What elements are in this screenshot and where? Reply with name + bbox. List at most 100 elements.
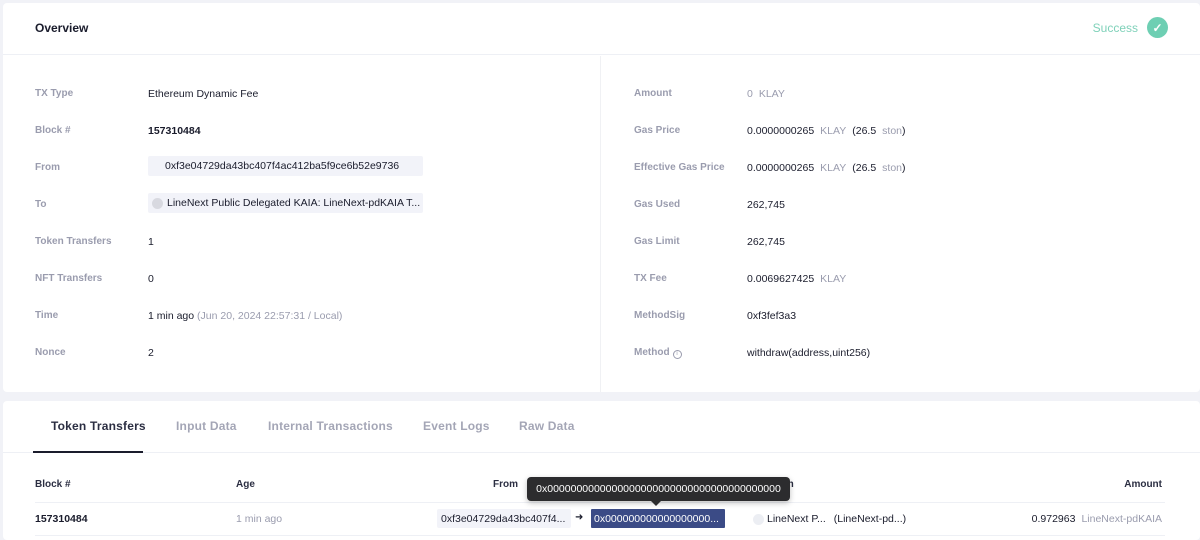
gas-limit-row: Gas Limit 262,745	[601, 224, 1200, 261]
from-address-link[interactable]: 0xf3e04729da43bc407f4ac412ba5f9ce6b52e97…	[148, 156, 423, 176]
time-value: 1 min ago (Jun 20, 2024 22:57:31 / Local…	[148, 310, 342, 322]
contract-icon	[152, 197, 163, 209]
status-label: Success	[1092, 20, 1138, 35]
nft-transfers-value: 0	[148, 273, 154, 285]
block-label: Block #	[35, 125, 71, 136]
effective-gas-price-label: Effective Gas Price	[634, 162, 725, 173]
effective-gas-price-number: 0.0000000265	[747, 162, 815, 174]
row-block-link[interactable]: 157310484	[35, 513, 88, 525]
time-relative: 1 min ago	[148, 310, 195, 322]
gas-price-ston-unit: ston	[882, 125, 903, 137]
tab-token-transfers[interactable]: Token Transfers	[51, 419, 146, 433]
time-row: Time 1 min ago (Jun 20, 2024 22:57:31 / …	[3, 298, 600, 335]
row-amount: 0.972963 LineNext-pdKAIA	[1032, 513, 1162, 525]
token-transfers-value: 1	[148, 236, 154, 248]
effective-gas-price-unit: KLAY	[820, 162, 847, 174]
effective-gas-price-row: Effective Gas Price 0.0000000265 KLAY (26.…	[601, 150, 1200, 187]
to-address-text: LineNext Public Delegated KAIA: LineNext…	[167, 197, 421, 209]
gas-price-row: Gas Price 0.0000000265 KLAY (26.5 ston)	[601, 113, 1200, 150]
row-token-symbol: (LineNext-pd...)	[833, 513, 907, 525]
tx-fee-value: 0.0069627425 KLAY	[747, 273, 846, 285]
time-absolute: (Jun 20, 2024 22:57:31 / Local)	[197, 310, 343, 322]
method-value: withdraw(address,uint256)	[747, 347, 871, 359]
address-tooltip: 0x00000000000000000000000000000000000000…	[527, 477, 790, 506]
tx-type-row: TX Type Ethereum Dynamic Fee	[3, 76, 600, 113]
table-row: 157310484 1 min ago 0xf3e04729da43bc407f…	[35, 503, 1165, 536]
to-row: To LineNext Public Delegated KAIA: LineN…	[3, 187, 600, 224]
tx-fee-row: TX Fee 0.0069627425 KLAY	[601, 261, 1200, 298]
tab-bar: Token Transfers Input Data Internal Tran…	[3, 401, 1200, 453]
nonce-value: 2	[148, 347, 154, 359]
method-sig-row: MethodSig 0xf3fef3a3	[601, 298, 1200, 335]
tab-internal-transactions[interactable]: Internal Transactions	[268, 419, 393, 433]
gas-used-value: 262,745	[747, 199, 785, 211]
row-token-name: LineNext P...	[767, 513, 826, 525]
row-from-address-link[interactable]: 0xf3e04729da43bc407f4...	[437, 509, 571, 528]
gas-price-label: Gas Price	[634, 125, 681, 136]
block-value-link[interactable]: 157310484	[148, 125, 201, 137]
method-row: Method i withdraw(address,uint256)	[601, 335, 1200, 372]
gas-price-ston: 26.5	[855, 125, 877, 137]
info-icon[interactable]: i	[672, 350, 682, 359]
tx-type-label: TX Type	[35, 88, 74, 99]
amount-label: Amount	[634, 88, 672, 99]
gas-limit-label: Gas Limit	[634, 236, 680, 247]
nonce-label: Nonce	[35, 347, 66, 358]
method-sig-value: 0xf3fef3a3	[747, 310, 797, 322]
active-tab-indicator	[33, 451, 143, 453]
column-header-from: From	[493, 479, 518, 490]
overview-header: Overview Success ✓	[3, 3, 1200, 55]
gas-limit-value: 262,745	[747, 236, 785, 248]
effective-gas-price-ston: 26.5	[855, 162, 877, 174]
block-row: Block # 157310484	[3, 113, 600, 150]
gas-price-value: 0.0000000265 KLAY (26.5 ston)	[747, 125, 906, 137]
to-label: To	[35, 199, 47, 210]
time-label: Time	[35, 310, 59, 321]
gas-price-number: 0.0000000265	[747, 125, 815, 137]
to-address-link[interactable]: LineNext Public Delegated KAIA: LineNext…	[148, 193, 423, 213]
token-transfers-label: Token Transfers	[35, 236, 112, 247]
gas-used-label: Gas Used	[634, 199, 681, 210]
tab-input-data[interactable]: Input Data	[176, 419, 237, 433]
row-to-address-link[interactable]: 0x000000000000000000...	[591, 509, 725, 528]
amount-row: Amount 0 KLAY	[601, 76, 1200, 113]
gas-used-row: Gas Used 262,745	[601, 187, 1200, 224]
status-badge: Success ✓	[1093, 17, 1168, 38]
overview-right-column: Amount 0 KLAY Gas Price 0.0000000265 KLAY(…	[601, 56, 1200, 372]
method-sig-label: MethodSig	[634, 310, 686, 321]
nft-transfers-row: NFT Transfers 0	[3, 261, 600, 298]
effective-gas-price-value: 0.0000000265 KLAY (26.5 ston)	[747, 162, 906, 174]
amount-value: 0 KLAY	[747, 88, 785, 100]
tx-fee-unit: KLAY	[820, 273, 847, 285]
from-row: From 0xf3e04729da43bc407f4ac412ba5f9ce6b…	[3, 150, 600, 187]
gas-price-unit: KLAY	[820, 125, 847, 137]
token-transfers-row: Token Transfers 1	[3, 224, 600, 261]
tx-fee-label: TX Fee	[634, 273, 667, 284]
row-age: 1 min ago	[236, 513, 283, 525]
overview-left-column: TX Type Ethereum Dynamic Fee Block # 157…	[3, 56, 600, 372]
nft-transfers-label: NFT Transfers	[35, 273, 103, 284]
from-label: From	[35, 162, 60, 173]
nonce-row: Nonce 2	[3, 335, 600, 372]
column-header-block: Block #	[35, 479, 71, 490]
row-amount-value: 0.972963	[1031, 513, 1076, 525]
overview-title: Overview	[35, 21, 89, 35]
overview-card: Overview Success ✓ TX Type Ethereum Dyna…	[3, 3, 1200, 392]
token-icon	[753, 513, 764, 525]
arrow-right-icon: ➜	[575, 512, 584, 523]
row-amount-unit: LineNext-pdKAIA	[1081, 513, 1162, 525]
column-header-age: Age	[236, 479, 255, 490]
tab-raw-data[interactable]: Raw Data	[519, 419, 575, 433]
method-label: Method	[634, 347, 670, 358]
amount-unit: KLAY	[758, 88, 785, 100]
check-icon: ✓	[1147, 17, 1168, 38]
effective-gas-price-ston-unit: ston	[882, 162, 903, 174]
tab-event-logs[interactable]: Event Logs	[423, 419, 490, 433]
details-tabs-card: Token Transfers Input Data Internal Tran…	[3, 401, 1200, 540]
row-token-link[interactable]: LineNext P... (LineNext-pd...)	[753, 513, 906, 525]
column-header-amount: Amount	[1124, 479, 1162, 490]
amount-number: 0	[747, 88, 753, 100]
tx-type-value: Ethereum Dynamic Fee	[148, 88, 259, 100]
tx-fee-number: 0.0069627425	[747, 273, 815, 285]
method-label-wrap: Method i	[634, 347, 682, 359]
